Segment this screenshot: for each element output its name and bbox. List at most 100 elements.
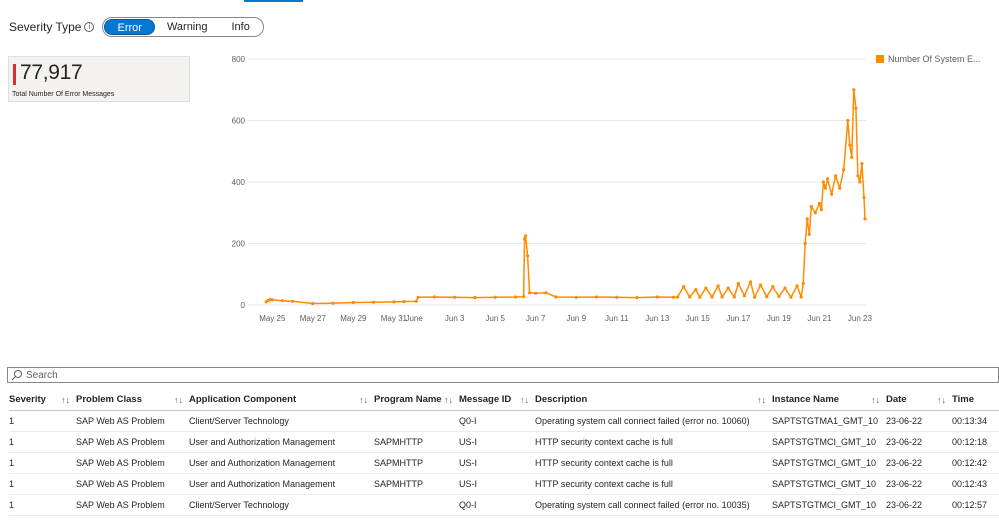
search-box[interactable]: [7, 367, 999, 383]
column-header-message-id[interactable]: Message ID ↑↓: [459, 394, 535, 405]
legend-swatch: [876, 55, 884, 63]
data-point: [698, 295, 702, 299]
x-tick-label: June: [405, 314, 423, 323]
table-row[interactable]: 1 SAP Web AS Problem User and Authorizatio…: [9, 432, 999, 453]
cell-severity: 1: [9, 479, 15, 489]
data-point: [825, 177, 830, 181]
cell-instance-name: SAPTSTGTMCI_GMT_10: [772, 479, 877, 489]
cell-severity: 1: [9, 437, 15, 447]
kpi-accent-bar: [13, 64, 16, 85]
data-point: [842, 168, 846, 172]
active-tab-indicator: [244, 0, 303, 2]
table-row[interactable]: 1 SAP Web AS Problem Client/Server Technol…: [9, 495, 999, 516]
y-tick-label: 400: [232, 178, 246, 187]
data-point: [823, 186, 828, 190]
data-point: [720, 295, 724, 299]
data-point: [789, 295, 793, 299]
data-point: [862, 195, 866, 199]
data-point: [688, 295, 692, 299]
x-tick-label: Jun 17: [726, 314, 751, 323]
data-point: [813, 211, 817, 215]
cell-message-id: US-I: [459, 479, 477, 489]
sort-icon[interactable]: ↑↓: [444, 395, 453, 405]
data-point: [311, 301, 315, 306]
x-tick-label: May 31: [381, 314, 408, 323]
cell-description: Operating system call connect failed (er…: [535, 416, 750, 426]
sort-icon[interactable]: ↑↓: [757, 395, 766, 405]
data-point: [416, 295, 420, 299]
legend-label: Number Of System E...: [888, 54, 981, 64]
cell-message-id: US-I: [459, 437, 477, 447]
severity-option-warning[interactable]: Warning: [155, 19, 220, 35]
data-point: [856, 174, 860, 178]
chart-legend: Number Of System E...: [876, 54, 981, 64]
data-point: [414, 299, 418, 303]
data-point: [528, 291, 532, 295]
info-icon[interactable]: i: [84, 22, 95, 32]
data-point: [852, 88, 856, 92]
column-header-application-component[interactable]: Application Component ↑↓: [189, 394, 374, 405]
column-header-time[interactable]: Time: [952, 394, 999, 405]
cell-instance-name: SAPTSTGTMCI_GMT_10: [772, 458, 877, 468]
cell-time: 00:12:57: [952, 500, 988, 510]
sort-icon[interactable]: ↑↓: [871, 395, 880, 405]
data-point: [765, 295, 769, 299]
severity-option-error[interactable]: Error: [104, 19, 155, 35]
data-point: [817, 201, 822, 206]
cell-severity: 1: [9, 458, 15, 468]
data-point: [736, 281, 740, 286]
table-row[interactable]: 1 SAP Web AS Problem Client/Server Technol…: [9, 411, 999, 432]
search-input[interactable]: [26, 369, 926, 381]
column-header-description[interactable]: Description ↑↓: [535, 394, 772, 405]
cell-application-component: User and Authorization Management: [189, 437, 336, 447]
data-point: [432, 295, 436, 299]
y-tick-label: 0: [241, 301, 246, 310]
data-point: [846, 118, 850, 123]
cell-instance-name: SAPTSTGTMA1_GMT_10: [772, 416, 879, 426]
sort-icon[interactable]: ↑↓: [359, 395, 368, 405]
sort-icon[interactable]: ↑↓: [174, 395, 183, 405]
data-point: [834, 174, 838, 178]
data-point: [493, 295, 497, 299]
cell-date: 23-06-22: [886, 479, 923, 489]
cell-problem-class: SAP Web AS Problem: [76, 500, 165, 510]
table-row[interactable]: 1 SAP Web AS Problem User and Authorizatio…: [9, 453, 999, 474]
column-header-program-name[interactable]: Program Name ↑↓: [374, 394, 459, 405]
sort-icon[interactable]: ↑↓: [61, 395, 70, 405]
data-point: [392, 300, 396, 304]
sort-icon[interactable]: ↑↓: [937, 395, 946, 405]
sort-icon[interactable]: ↑↓: [520, 395, 529, 405]
x-tick-label: Jun 5: [485, 314, 505, 323]
data-point: [522, 295, 526, 299]
cell-description: HTTP security context cache is full: [535, 479, 673, 489]
severity-toggle: Error Warning Info: [102, 17, 264, 37]
cell-problem-class: SAP Web AS Problem: [76, 479, 165, 489]
data-point: [819, 208, 824, 212]
table-row[interactable]: 1 SAP Web AS Problem User and Authorizatio…: [9, 474, 999, 495]
cell-message-id: Q0-I: [459, 500, 477, 510]
cell-date: 23-06-22: [886, 500, 923, 510]
data-point: [270, 298, 274, 302]
cell-application-component: Client/Server Technology: [189, 416, 289, 426]
severity-option-info[interactable]: Info: [220, 19, 262, 35]
data-point: [524, 234, 528, 238]
data-point: [783, 286, 787, 290]
data-point: [848, 143, 852, 147]
data-point: [574, 295, 578, 299]
column-header-instance-name[interactable]: Instance Name ↑↓: [772, 394, 886, 405]
data-point: [676, 295, 680, 299]
cell-date: 23-06-22: [886, 458, 923, 468]
data-point: [534, 291, 538, 295]
kpi-label: Total Number Of Error Messages: [12, 91, 115, 98]
column-header-date[interactable]: Date ↑↓: [886, 394, 952, 405]
column-header-problem-class[interactable]: Problem Class ↑↓: [76, 394, 189, 405]
column-header-severity[interactable]: Severity ↑↓: [9, 394, 76, 405]
severity-type-label: Severity Type i: [9, 20, 95, 34]
data-point: [748, 280, 753, 284]
cell-instance-name: SAPTSTGTMCI_GMT_10: [772, 437, 877, 447]
data-point: [860, 162, 864, 166]
data-point: [771, 285, 775, 289]
data-point: [655, 295, 659, 299]
kpi-card: 77,917 Total Number Of Error Messages: [8, 56, 190, 102]
x-tick-label: May 25: [259, 314, 286, 323]
